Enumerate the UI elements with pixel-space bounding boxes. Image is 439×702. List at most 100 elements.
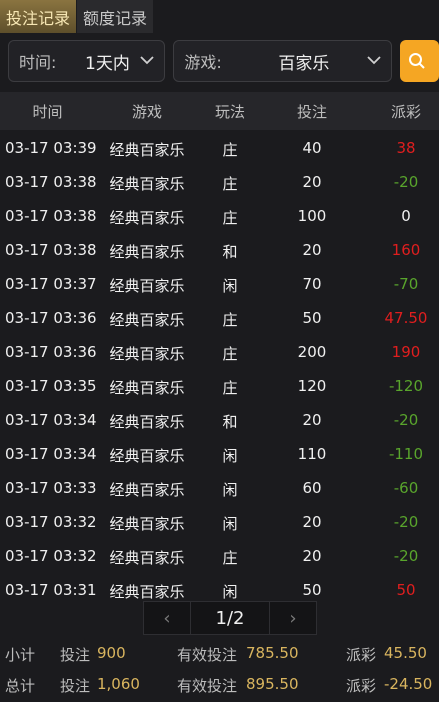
cell-time: 03-17 03:32	[5, 547, 97, 565]
header-bet: 投注	[296, 102, 327, 121]
cell-game: 经典百家乐	[109, 481, 185, 499]
cell-play: 闲	[222, 277, 238, 295]
cell-bet: 100	[297, 207, 327, 225]
cell-payout: -60	[393, 479, 419, 497]
cell-game: 经典百家乐	[109, 379, 185, 397]
cell-game: 经典百家乐	[109, 175, 185, 193]
game-select[interactable]: 游戏: 百家乐	[173, 40, 392, 82]
cell-time: 03-17 03:39	[5, 139, 97, 157]
header-time: 时间	[32, 102, 63, 121]
cell-payout: 38	[396, 139, 416, 157]
subtotal-payout-value: 45.50	[384, 644, 427, 662]
page-indicator: 1/2	[191, 601, 269, 635]
cell-payout: 0	[401, 207, 411, 225]
table-body: 03-17 03:39 经典百家乐庄 40 38 03-17 03:38 经典百家乐庄 20…	[0, 131, 439, 607]
tab-bar: 投注记录 额度记录	[0, 0, 154, 33]
cell-play: 庄	[222, 141, 238, 159]
cell-bet: 20	[302, 411, 322, 429]
cell-bet: 40	[302, 139, 322, 157]
tab-credit-records[interactable]: 额度记录	[76, 0, 154, 33]
time-select-label: 时间:	[19, 53, 57, 72]
cell-time: 03-17 03:38	[5, 241, 97, 259]
pagination: ‹ 1/2 ›	[143, 601, 317, 635]
cell-payout: 47.50	[384, 309, 428, 327]
cell-time: 03-17 03:33	[5, 479, 97, 497]
table-row: 03-17 03:37 经典百家乐 闲 70 -70	[0, 267, 439, 301]
cell-time: 03-17 03:36	[5, 343, 97, 361]
subtotal-label: 小计	[5, 646, 36, 664]
cell-time: 03-17 03:36	[5, 309, 97, 327]
prev-page-button[interactable]: ‹	[143, 601, 191, 635]
cell-play: 庄	[222, 311, 238, 329]
cell-payout: 160	[391, 241, 421, 259]
cell-time: 03-17 03:37	[5, 275, 97, 293]
cell-time: 03-17 03:38	[5, 207, 97, 225]
table-row: 03-17 03:32 经典百家乐 闲 20 -20	[0, 505, 439, 539]
cell-time: 03-17 03:38	[5, 173, 97, 191]
header-payout: 派彩	[390, 102, 421, 121]
subtotal-payout-label: 派彩	[346, 646, 377, 664]
total-effective-label: 有效投注	[177, 677, 238, 695]
total-effective-value: 895.50	[246, 675, 299, 693]
cell-payout: -20	[393, 411, 419, 429]
table-row: 03-17 03:39 经典百家乐 庄 40 38	[0, 131, 439, 165]
cell-time: 03-17 03:32	[5, 513, 97, 531]
cell-game: 经典百家乐	[109, 413, 185, 431]
game-select-label: 游戏:	[184, 53, 222, 72]
cell-bet: 20	[302, 547, 322, 565]
cell-game: 经典百家乐	[109, 141, 185, 159]
cell-time: 03-17 03:34	[5, 445, 97, 463]
cell-bet: 50	[302, 581, 322, 599]
cell-time: 03-17 03:35	[5, 377, 97, 395]
cell-game: 经典百家乐	[109, 243, 185, 261]
cell-payout: -20	[393, 547, 419, 565]
cell-game: 经典百家乐	[109, 515, 185, 533]
cell-play: 闲	[222, 481, 238, 499]
cell-game: 经典百家乐	[109, 447, 185, 465]
cell-play: 和	[222, 243, 238, 261]
cell-game: 经典百家乐	[109, 209, 185, 227]
cell-play: 闲	[222, 583, 238, 601]
cell-game: 经典百家乐	[109, 277, 185, 295]
cell-play: 庄	[222, 209, 238, 227]
subtotal-effective-value: 785.50	[246, 644, 299, 662]
table-row: 03-17 03:32 经典百家乐 庄 20 -20	[0, 539, 439, 573]
table-row: 03-17 03:33 经典百家乐 闲 60 -60	[0, 471, 439, 505]
cell-bet: 200	[297, 343, 327, 361]
cell-game: 经典百家乐	[109, 583, 185, 601]
table-row: 03-17 03:36 经典百家乐 庄 200 190	[0, 335, 439, 369]
cell-bet: 20	[302, 173, 322, 191]
time-range-select[interactable]: 时间: 1天内	[8, 40, 166, 82]
table-row: 03-17 03:38 经典百家乐 庄 20 -20	[0, 165, 439, 199]
cell-bet: 60	[302, 479, 322, 497]
subtotal-row: 小计 投注 900 有效投注 785.50 派彩 45.50	[0, 637, 439, 669]
tab-bet-records[interactable]: 投注记录	[0, 0, 77, 33]
table-row: 03-17 03:34 经典百家乐 和 20 -20	[0, 403, 439, 437]
cell-play: 闲	[222, 447, 238, 465]
filter-bar: 时间: 1天内 游戏: 百家乐	[8, 40, 439, 82]
next-page-button[interactable]: ›	[269, 601, 317, 635]
table-row: 03-17 03:36 经典百家乐 庄 50 47.50	[0, 301, 439, 335]
cell-play: 庄	[222, 549, 238, 567]
cell-time: 03-17 03:31	[5, 581, 97, 599]
total-payout-label: 派彩	[346, 677, 377, 695]
table-header: 时间 游戏 玩法 投注 派彩	[0, 92, 439, 130]
total-payout-value: -24.50	[384, 675, 433, 693]
total-row: 总计 投注 1,060 有效投注 895.50 派彩 -24.50	[0, 668, 439, 700]
cell-game: 经典百家乐	[109, 311, 185, 329]
game-select-value: 百家乐	[278, 53, 330, 74]
cell-play: 庄	[222, 175, 238, 193]
cell-payout: -70	[393, 275, 419, 293]
cell-bet: 120	[297, 377, 327, 395]
cell-bet: 70	[302, 275, 322, 293]
cell-bet: 20	[302, 241, 322, 259]
cell-play: 和	[222, 413, 238, 431]
subtotal-effective-label: 有效投注	[177, 646, 238, 664]
search-button[interactable]	[399, 40, 439, 82]
header-play: 玩法	[214, 102, 245, 121]
cell-bet: 110	[297, 445, 327, 463]
total-label: 总计	[5, 677, 36, 695]
cell-time: 03-17 03:34	[5, 411, 97, 429]
cell-game: 经典百家乐	[109, 345, 185, 363]
cell-payout: -20	[393, 513, 419, 531]
